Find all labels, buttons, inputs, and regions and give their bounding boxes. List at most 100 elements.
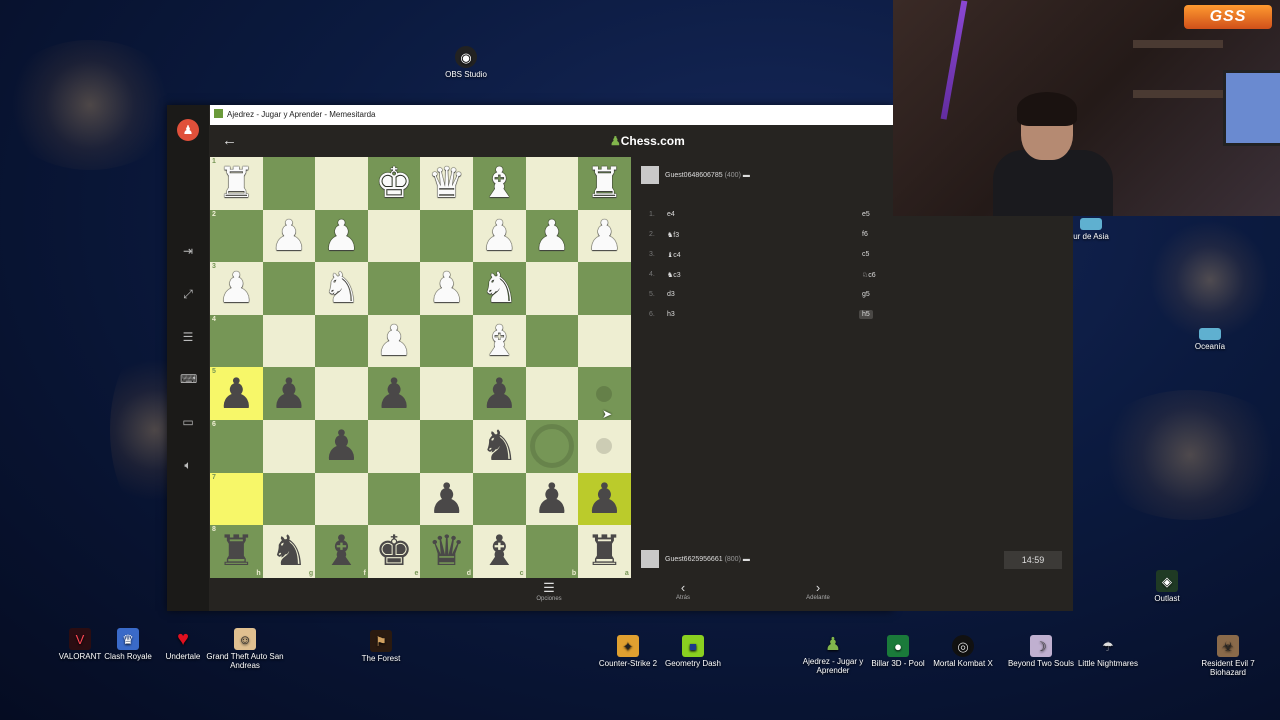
black-piece-icon[interactable]: ♛ [428,530,466,572]
login-icon[interactable]: ⇥ [180,243,196,259]
board-square[interactable]: ♟ [472,209,526,263]
black-piece-icon[interactable]: ♟ [533,477,571,520]
board-square[interactable]: d ♛ [420,525,473,578]
options-button[interactable]: ☰ Opciones [519,580,579,602]
board-square[interactable] [420,419,473,473]
white-piece-icon[interactable]: ♟ [480,214,518,257]
board-square[interactable]: 4 [210,314,263,368]
black-piece-icon[interactable]: ♞ [480,425,518,467]
board-square[interactable]: ♜ [578,157,631,210]
desktop-icon-outlast[interactable]: ◈ Outlast [1122,570,1212,603]
board-square[interactable]: f ♝ [315,525,368,578]
board-square[interactable]: ♟ [578,209,631,263]
board-square[interactable]: ♟ [315,419,368,473]
board-square[interactable]: ♟ [262,367,316,420]
board-square[interactable] [262,262,316,315]
board-square[interactable]: ♟ [315,209,368,263]
board-square[interactable] [367,262,421,315]
black-piece-icon[interactable]: ♚ [375,530,413,572]
board-square[interactable] [420,367,473,420]
board-square[interactable]: 3 ♟ [210,262,263,315]
white-piece-icon[interactable]: ♚ [375,162,413,204]
desktop-icon-little-nightmares[interactable]: ☂ Little Nightmares [1063,635,1153,669]
board-square[interactable]: ♟ [420,472,473,526]
black-piece-icon[interactable]: ♝ [480,530,518,572]
black-piece-icon[interactable]: ♟ [270,372,308,415]
volume-icon[interactable]: 🔈︎ [180,457,196,473]
board-square[interactable] [578,419,631,473]
desktop-icon-the-forest[interactable]: ⚑ The Forest [336,630,426,663]
white-piece-icon[interactable]: ♟ [533,214,571,257]
board-square[interactable] [578,262,631,315]
black-piece-icon[interactable]: ♝ [323,530,361,572]
desktop-icon-oceania[interactable]: Oceanía [1165,328,1255,351]
legal-move-dot[interactable] [596,438,613,455]
board-square[interactable]: ♟ [525,472,579,526]
white-piece-icon[interactable]: ♞ [480,267,518,309]
board-square[interactable]: 8 h ♜ [210,525,263,578]
board-square[interactable]: b [525,525,579,578]
board-square[interactable] [578,314,631,368]
board-square[interactable]: e ♚ [367,525,421,578]
white-piece-icon[interactable]: ♟ [217,267,255,309]
window-titlebar[interactable]: Ajedrez - Jugar y Aprender - Memesitarda [210,105,893,125]
board-square[interactable] [315,472,368,526]
board-square[interactable] [315,367,368,420]
desktop-icon-obs[interactable]: ◉ OBS Studio [421,46,511,79]
board-square[interactable] [315,314,368,368]
forward-button[interactable]: › Adelante [788,580,848,601]
board-square[interactable] [420,209,473,263]
black-piece-icon[interactable]: ♞ [270,530,308,572]
black-move[interactable]: h5 [859,310,873,319]
white-move[interactable]: ♞c3 [667,271,681,279]
board-square[interactable] [367,472,421,526]
board-square[interactable]: ♟ [367,367,421,420]
board-square[interactable]: ♞ [472,262,526,315]
settings-sliders-icon[interactable]: ☰ [180,329,196,345]
board-square[interactable] [525,262,579,315]
white-piece-icon[interactable]: ♟ [375,320,413,362]
board-square[interactable]: 7 [210,472,263,526]
board-square[interactable]: 2 [210,209,263,263]
board-square[interactable]: ♞ [472,419,526,473]
board-square[interactable] [525,419,579,473]
legal-move-dot[interactable] [596,385,613,402]
white-piece-icon[interactable]: ♟ [428,267,466,309]
board-square[interactable] [525,367,579,420]
board-square[interactable]: a ♜ [578,525,631,578]
white-piece-icon[interactable]: ♝ [480,162,518,204]
board-square[interactable]: 5 ♟ [210,367,263,420]
board-square[interactable] [367,419,421,473]
desktop-icon-geometry-dash[interactable]: ■ Geometry Dash [648,635,738,668]
desktop-icon-gta[interactable]: ☺ Grand Theft Auto San Andreas [200,628,290,670]
board-square[interactable]: g ♞ [262,525,316,578]
board-square[interactable] [262,157,316,210]
board-square[interactable]: c ♝ [472,525,526,578]
white-piece-icon[interactable]: ♝ [480,320,518,362]
chess-board[interactable]: 1 ♜ ♚ ♛ ♝ ♜ 2 ♟ ♟ ♟ ♟ ♟ 3 ♟ ♞ ♟ ♞ 4 ♟ ♝ 5 ♟ ♟ ♟ ♟ 6 ♟ ♞ 7 ♟ ♟ ♟ 8 h ♜ g ♞ f ♝ e… [210,157,631,578]
black-piece-icon[interactable]: ♟ [586,477,624,520]
board-square[interactable]: ♝ [472,314,526,368]
board-square[interactable]: ♟ [525,209,579,263]
black-move[interactable]: g5 [862,291,870,298]
black-piece-icon[interactable]: ♟ [375,372,413,415]
back-button[interactable]: ‹ Atrás [653,580,713,601]
board-square[interactable] [367,209,421,263]
board-square[interactable]: 6 [210,419,263,473]
white-move[interactable]: e4 [667,211,675,218]
black-move[interactable]: c5 [862,251,869,258]
white-piece-icon[interactable]: ♛ [428,162,466,204]
expand-icon[interactable]: ⤢ [180,286,196,302]
white-move[interactable]: ♞f3 [667,231,679,239]
board-square[interactable]: ♟ [262,209,316,263]
legal-move-ring[interactable] [529,424,574,469]
black-piece-icon[interactable]: ♟ [480,372,518,415]
board-square[interactable] [315,157,368,210]
board-square[interactable] [262,472,316,526]
board-square[interactable]: ♛ [420,157,473,210]
user-avatar-icon[interactable]: ♟ [177,119,199,141]
black-piece-icon[interactable]: ♟ [217,372,255,415]
black-piece-icon[interactable]: ♜ [586,530,624,572]
white-piece-icon[interactable]: ♟ [586,214,624,257]
board-square[interactable]: ♟ [420,262,473,315]
